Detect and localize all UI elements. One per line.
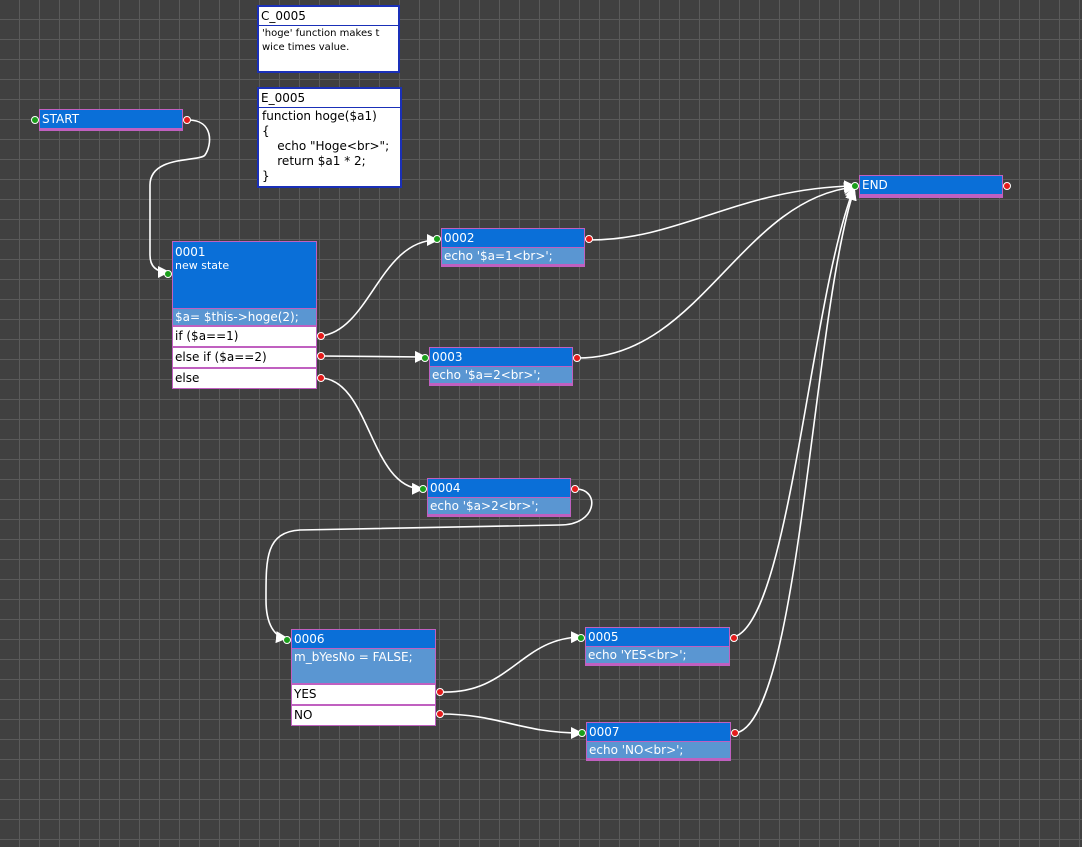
- start-out-port[interactable]: [183, 116, 191, 124]
- node-0001-branch-if[interactable]: if ($a==1): [173, 327, 316, 346]
- node-0001-else-port[interactable]: [317, 374, 325, 382]
- node-start-label: START: [40, 110, 182, 128]
- node-0001-branch-elseif[interactable]: else if ($a==2): [173, 348, 316, 367]
- node-0001-in-port[interactable]: [164, 270, 172, 278]
- node-0002-action: echo '$a=1<br>';: [442, 248, 584, 264]
- node-0007[interactable]: 0007 echo 'NO<br>';: [586, 722, 731, 761]
- end-out-port[interactable]: [1003, 182, 1011, 190]
- node-0003-in-port[interactable]: [421, 354, 429, 362]
- node-0001-elseif-port[interactable]: [317, 352, 325, 360]
- node-0006-branch-yes[interactable]: YES: [292, 685, 435, 704]
- node-0001-branch-else[interactable]: else: [173, 369, 316, 388]
- node-0004-id: 0004: [428, 479, 570, 497]
- node-0002-out-port[interactable]: [585, 235, 593, 243]
- node-end[interactable]: END: [859, 175, 1003, 198]
- node-0007-action: echo 'NO<br>';: [587, 742, 730, 758]
- node-0005-id: 0005: [586, 628, 729, 646]
- wire-0007-end: [735, 188, 857, 734]
- node-0006-in-port[interactable]: [283, 636, 291, 644]
- wire-0003-end: [577, 182, 856, 359]
- node-0005-action: echo 'YES<br>';: [586, 647, 729, 663]
- embed-note-code: function hoge($a1) { echo "Hoge<br>"; re…: [262, 109, 390, 183]
- wire-if-0002: [320, 234, 439, 337]
- node-0006[interactable]: 0006 m_bYesNo = FALSE; YES NO: [291, 629, 436, 726]
- node-0001-header: 0001 new state: [173, 242, 316, 308]
- embed-note-title: E_0005: [259, 89, 400, 108]
- node-0005-in-port[interactable]: [577, 634, 585, 642]
- node-0007-id: 0007: [587, 723, 730, 741]
- node-0006-yes-port[interactable]: [436, 688, 444, 696]
- node-0003-action: echo '$a=2<br>';: [430, 367, 572, 383]
- node-0002-in-port[interactable]: [433, 235, 441, 243]
- node-0001-id: 0001: [175, 245, 206, 259]
- node-0005[interactable]: 0005 echo 'YES<br>';: [585, 627, 730, 666]
- wire-elseif-0003: [320, 350, 427, 363]
- node-0003-out-port[interactable]: [573, 354, 581, 362]
- node-0003[interactable]: 0003 echo '$a=2<br>';: [429, 347, 573, 386]
- node-0006-action: m_bYesNo = FALSE;: [292, 649, 435, 683]
- end-in-port[interactable]: [851, 182, 859, 190]
- node-0006-id: 0006: [292, 630, 435, 648]
- node-0007-in-port[interactable]: [578, 729, 586, 737]
- start-in-port[interactable]: [31, 116, 39, 124]
- node-0007-out-port[interactable]: [731, 729, 739, 737]
- node-0004-in-port[interactable]: [419, 485, 427, 493]
- node-0002[interactable]: 0002 echo '$a=1<br>';: [441, 228, 585, 267]
- wire-0005-end: [733, 186, 856, 638]
- wire-else-0004: [320, 377, 424, 495]
- node-0001[interactable]: 0001 new state $a= $this->hoge(2); if ($…: [172, 241, 317, 389]
- node-0004-action: echo '$a>2<br>';: [428, 498, 570, 514]
- node-0004-out-port[interactable]: [571, 485, 579, 493]
- comment-note[interactable]: C_0005 'hoge' function makes t wice time…: [257, 5, 400, 73]
- node-0005-out-port[interactable]: [730, 634, 738, 642]
- comment-note-title: C_0005: [259, 7, 398, 26]
- node-0002-id: 0002: [442, 229, 584, 247]
- node-end-label: END: [860, 176, 1002, 194]
- node-0001-desc: new state: [175, 259, 230, 272]
- wire-no-0007: [439, 713, 583, 739]
- node-start[interactable]: START: [39, 109, 183, 131]
- node-0006-no-port[interactable]: [436, 710, 444, 718]
- node-0006-branch-no[interactable]: NO: [292, 706, 435, 725]
- wire-yes-0005: [439, 631, 583, 693]
- node-0003-id: 0003: [430, 348, 572, 366]
- comment-note-body: 'hoge' function makes t wice times value…: [262, 28, 380, 53]
- node-0004[interactable]: 0004 echo '$a>2<br>';: [427, 478, 571, 517]
- node-0001-if-port[interactable]: [317, 332, 325, 340]
- embed-code-note[interactable]: E_0005 function hoge($a1) { echo "Hoge<b…: [257, 87, 402, 188]
- node-0001-action: $a= $this->hoge(2);: [173, 309, 316, 325]
- wire-0002-end: [589, 180, 856, 241]
